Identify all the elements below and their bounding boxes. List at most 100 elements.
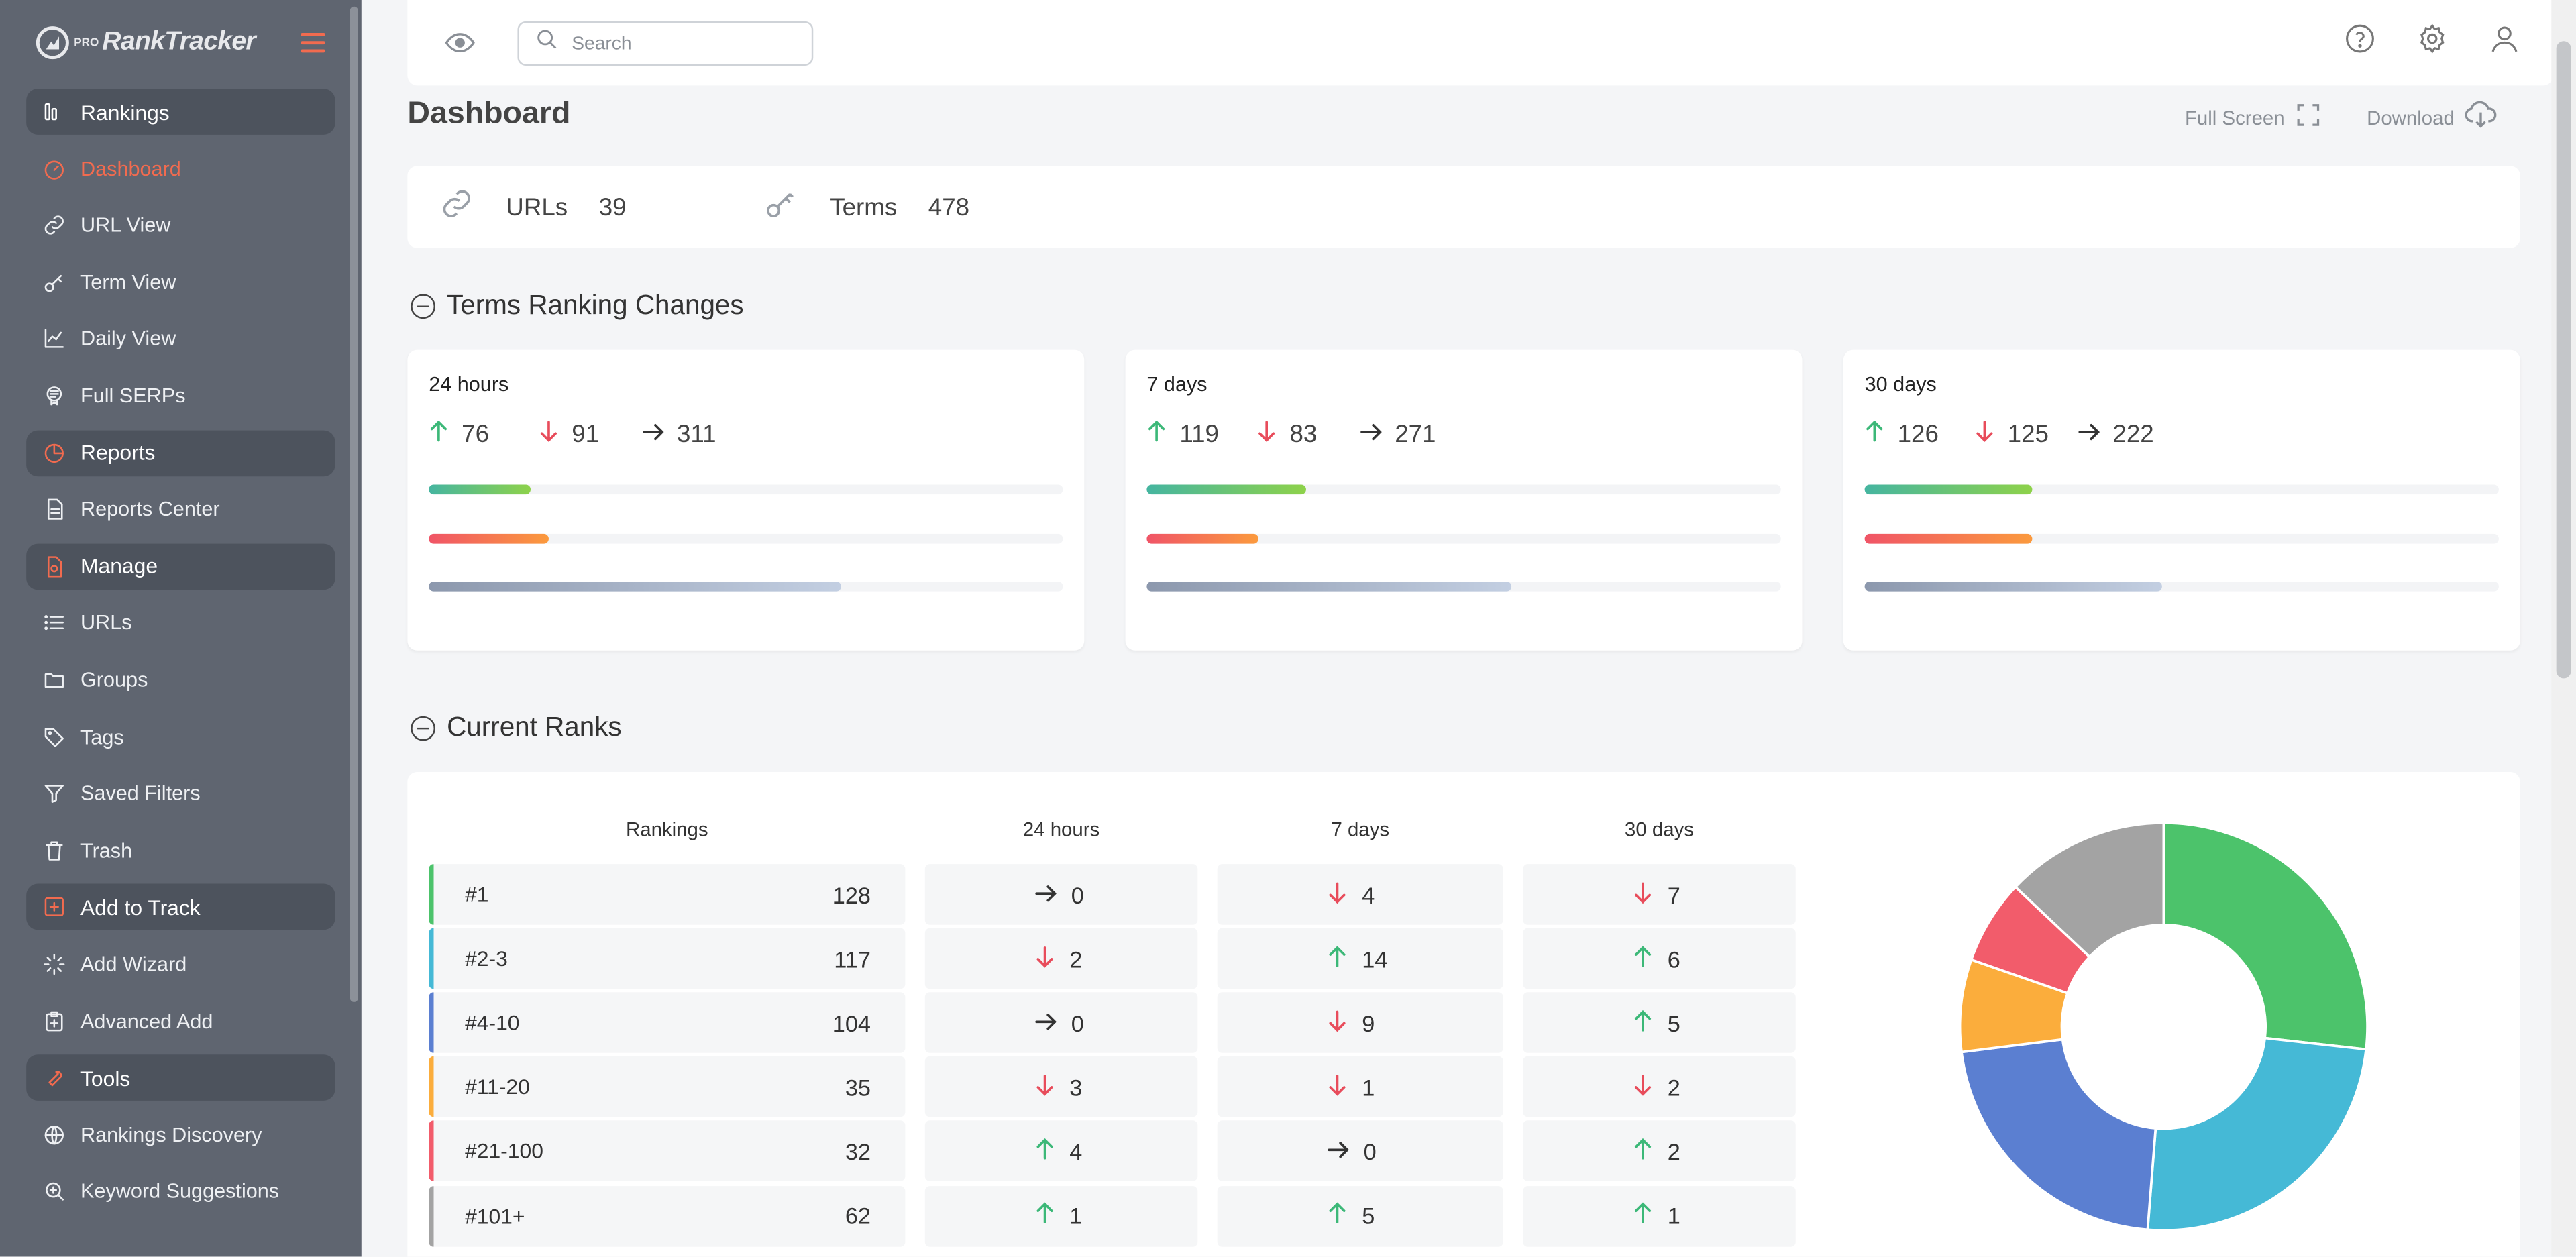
arrow-up-icon <box>1865 420 1884 449</box>
sidebar-item-label: Rankings <box>80 99 170 124</box>
sidebar-item-trash[interactable]: Trash <box>26 828 335 874</box>
change-value: 14 <box>1362 945 1388 972</box>
rank-bucket-count: 35 <box>845 1074 871 1101</box>
app-logo[interactable]: PRO RankTracker <box>36 26 256 60</box>
collapse-icon[interactable] <box>411 294 435 319</box>
sidebar-section-add-to-track[interactable]: Add to Track <box>26 884 335 930</box>
ranking-change-card: 7 days 119 83 271 <box>1125 349 1803 651</box>
donut-slice-2-3[interactable] <box>2146 1036 2368 1232</box>
stat-up: 126 <box>1865 420 1975 449</box>
pie-icon <box>43 441 66 464</box>
sidebar-item-tags[interactable]: Tags <box>26 714 335 760</box>
same-progress-track <box>429 581 1063 592</box>
rank-bucket-cell: #101+ 62 <box>429 1185 906 1246</box>
change-value: 2 <box>1667 1074 1680 1101</box>
rank-bucket-count: 62 <box>845 1202 871 1229</box>
sidebar-section-manage[interactable]: Manage <box>26 543 335 590</box>
collapse-icon[interactable] <box>411 716 435 741</box>
sidebar-item-label: Rankings Discovery <box>80 1123 262 1146</box>
search-plus-icon <box>43 1180 66 1203</box>
sidebar-item-dashboard[interactable]: Dashboard <box>26 146 335 192</box>
settings-icon[interactable] <box>2416 23 2448 62</box>
change-value: 5 <box>1362 1202 1375 1229</box>
search-input[interactable] <box>572 34 786 54</box>
sidebar-item-rankings-discovery[interactable]: Rankings Discovery <box>26 1111 335 1158</box>
logo-prefix: PRO <box>74 37 99 49</box>
change-value: 0 <box>1071 881 1084 908</box>
sidebar-item-add-wizard[interactable]: Add Wizard <box>26 941 335 987</box>
summary-bar: URLs 39 Terms 478 <box>407 166 2520 248</box>
section-title: Terms Ranking Changes <box>447 290 744 321</box>
rank-bucket-cell: #11-20 35 <box>429 1056 906 1118</box>
terms-summary[interactable]: Terms 478 <box>764 187 969 227</box>
sidebar-section-rankings[interactable]: Rankings <box>26 89 335 135</box>
same-progress-track <box>1146 581 1781 592</box>
stat-same-value: 222 <box>2112 420 2154 449</box>
sidebar-scrollbar[interactable] <box>350 6 358 1002</box>
arrow-right-icon <box>1328 1138 1349 1164</box>
sidebar-item-label: Tools <box>80 1065 131 1091</box>
logo-row: PRO RankTracker <box>0 0 362 85</box>
urls-summary[interactable]: URLs 39 <box>440 187 764 227</box>
globe-icon <box>43 1123 66 1146</box>
sidebar-item-advanced-add[interactable]: Advanced Add <box>26 998 335 1044</box>
same-progress-track <box>1864 581 2499 592</box>
stat-up-value: 126 <box>1897 420 1939 449</box>
download-button[interactable]: Download <box>2367 100 2497 134</box>
sidebar-section-tools[interactable]: Tools <box>26 1054 335 1101</box>
help-icon[interactable] <box>2345 23 2376 62</box>
sidebar-item-label: Tags <box>80 725 124 749</box>
search-box[interactable] <box>517 21 814 66</box>
sidebar-item-urls[interactable]: URLs <box>26 600 335 647</box>
sidebar-item-url-view[interactable]: URL View <box>26 203 335 249</box>
arrow-up-icon <box>1633 1138 1652 1164</box>
card-title: 24 hours <box>429 372 509 396</box>
eye-icon[interactable] <box>443 28 476 66</box>
sidebar-item-keyword-suggestions[interactable]: Keyword Suggestions <box>26 1168 335 1215</box>
rank-bucket-count: 117 <box>834 945 871 972</box>
rank-bucket-label: #101+ <box>465 1203 525 1228</box>
sidebar-item-saved-filters[interactable]: Saved Filters <box>26 771 335 817</box>
current-ranks-header[interactable]: Current Ranks <box>411 713 622 745</box>
arrow-down-icon <box>539 421 558 449</box>
down-progress-fill <box>1146 533 1258 544</box>
sidebar-nav: Rankings Dashboard URL View Term View Daily … <box>26 89 335 1225</box>
sidebar-item-reports-center[interactable]: Reports Center <box>26 486 335 533</box>
rank-change-h24: 2 <box>924 928 1198 989</box>
page-scrollbar[interactable] <box>2551 0 2576 1257</box>
arrow-up-icon <box>1633 1202 1652 1229</box>
sidebar-item-label: Daily View <box>80 327 176 351</box>
user-icon[interactable] <box>2489 23 2520 62</box>
change-value: 2 <box>1667 1138 1680 1165</box>
rank-change-d30: 6 <box>1523 928 1796 989</box>
rank-bucket-cell: #21-100 32 <box>429 1121 906 1182</box>
same-progress-fill <box>1146 581 1511 592</box>
terms-ranking-changes-header[interactable]: Terms Ranking Changes <box>411 290 744 322</box>
full-screen-label: Full Screen <box>2184 105 2285 129</box>
donut-slice-1[interactable] <box>2162 822 2369 1051</box>
stat-same-value: 311 <box>676 420 716 449</box>
rank-bucket-label: #11-20 <box>465 1075 530 1100</box>
sidebar-item-full-serps[interactable]: Full SERPs <box>26 373 335 419</box>
rank-bucket-label: #1 <box>465 882 489 907</box>
card-title: 7 days <box>1146 372 1208 396</box>
stat-same: 311 <box>643 421 716 449</box>
sidebar-section-reports[interactable]: Reports <box>26 429 335 476</box>
down-progress-fill <box>1864 533 2033 544</box>
list-icon <box>43 612 66 635</box>
arrow-up-icon <box>1035 1202 1055 1229</box>
sidebar-item-term-view[interactable]: Term View <box>26 259 335 305</box>
change-value: 5 <box>1667 1009 1680 1036</box>
urls-label: URLs <box>506 193 568 221</box>
arrow-right-icon <box>1035 1009 1057 1036</box>
cloud-download-icon <box>2464 100 2497 134</box>
donut-slice-4-10[interactable] <box>1960 1038 2157 1232</box>
full-screen-button[interactable]: Full Screen <box>2185 102 2321 133</box>
arrow-up-icon <box>1328 945 1347 972</box>
rank-change-d30: 2 <box>1523 1121 1796 1182</box>
sidebar-item-groups[interactable]: Groups <box>26 657 335 703</box>
arrow-down-icon <box>1633 881 1652 908</box>
hamburger-menu-icon[interactable] <box>301 32 325 53</box>
line-chart-icon <box>43 327 66 350</box>
sidebar-item-daily-view[interactable]: Daily View <box>26 316 335 362</box>
